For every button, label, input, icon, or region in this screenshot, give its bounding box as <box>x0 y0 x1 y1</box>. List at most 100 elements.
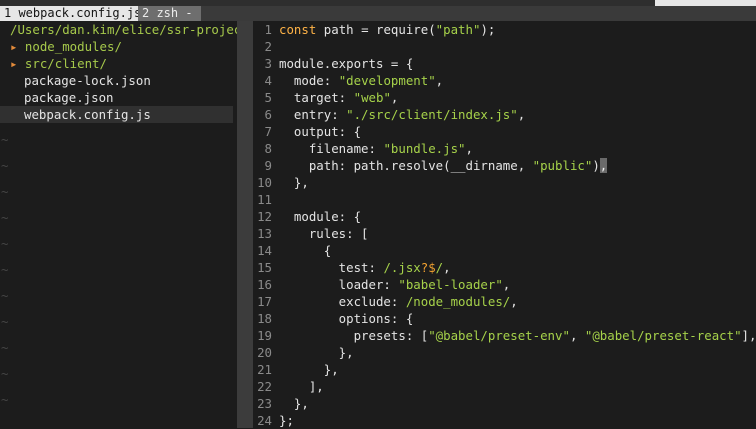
line-number: 13 <box>257 226 272 241</box>
code-token: const <box>279 22 317 37</box>
window-split-bar[interactable] <box>237 21 253 428</box>
code-line: 12 module: { <box>253 208 361 225</box>
code-line: 3 module.exports = { <box>253 55 414 72</box>
tree-item-package-lock[interactable]: package-lock.json <box>24 72 151 89</box>
code-token: ], <box>741 328 756 343</box>
code-token: , <box>465 141 473 156</box>
code-token: path = require( <box>316 22 436 37</box>
code-token: ], <box>279 379 324 394</box>
line-number: 10 <box>257 175 272 190</box>
empty-line-tilde: ~ <box>1 262 9 277</box>
code-token: loader: <box>279 277 399 292</box>
code-line: 22 ], <box>253 378 324 395</box>
line-number: 8 <box>264 141 272 156</box>
code-token: "./src/client/index.js" <box>346 107 518 122</box>
code-line: 21 }, <box>253 361 339 378</box>
code-token: module: { <box>279 209 362 224</box>
tab-zsh[interactable]: 2 zsh - <box>138 6 201 21</box>
code-token: entry: <box>279 107 347 122</box>
empty-line-tilde: ~ <box>1 314 9 329</box>
line-number: 17 <box>257 294 272 309</box>
code-line: 13 rules: [ <box>253 225 369 242</box>
code-token: , <box>517 107 526 122</box>
empty-line-tilde: ~ <box>1 158 9 173</box>
tree-item-webpack-config[interactable]: webpack.config.js <box>0 106 233 123</box>
code-token: "development" <box>338 73 436 88</box>
code-editor[interactable]: 1 const path = require("path"); 2 3 module… <box>253 21 756 428</box>
file-tree-panel: /Users/dan.kim/elice/ssr-project/ ▸ node… <box>0 21 256 428</box>
line-number: 1 <box>264 22 272 37</box>
line-number: 9 <box>264 158 272 173</box>
code-token: test: <box>279 260 384 275</box>
empty-line-tilde: ~ <box>1 132 9 147</box>
line-number: 7 <box>264 124 272 139</box>
code-token: rules: [ <box>279 226 369 241</box>
code-line: 9 path: path.resolve(__dirname, "public"… <box>253 157 608 174</box>
tree-item-label: src/client/ <box>24 56 107 71</box>
tree-item-node-modules[interactable]: ▸ node_modules/ <box>10 38 122 55</box>
line-number: 6 <box>264 107 272 122</box>
code-token: exclude: <box>279 294 406 309</box>
code-token: "public" <box>532 158 593 173</box>
code-token: }, <box>279 175 309 190</box>
code-token: , <box>510 294 518 309</box>
empty-line-tilde: ~ <box>1 210 9 225</box>
code-line: 23 }, <box>253 395 309 412</box>
code-token: mode: <box>279 73 339 88</box>
code-line: 15 test: /.jsx?$/, <box>253 259 451 276</box>
code-token: , <box>502 277 511 292</box>
empty-line-tilde: ~ <box>1 392 9 407</box>
code-token: , <box>443 260 451 275</box>
tree-item-src-client[interactable]: ▸ src/client/ <box>10 55 107 72</box>
line-number: 3 <box>264 56 272 71</box>
code-line: 4 mode: "development", <box>253 72 444 89</box>
line-number: 4 <box>264 73 272 88</box>
tab-bar: 1 webpack.config.js 2 zsh - <box>0 6 756 21</box>
line-number: 21 <box>257 362 272 377</box>
code-line: 19 presets: ["@babel/preset-env", "@babe… <box>253 327 756 344</box>
line-number: 14 <box>257 243 272 258</box>
code-token: "@babel/preset-env" <box>428 328 570 343</box>
line-number: 22 <box>257 379 272 394</box>
empty-line-tilde: ~ <box>1 366 9 381</box>
code-line: 7 output: { <box>253 123 362 140</box>
code-token: , <box>569 328 585 343</box>
empty-line-tilde: ~ <box>1 288 9 303</box>
code-line: 10 }, <box>253 174 309 191</box>
text-cursor: , <box>599 158 608 173</box>
code-token: "@babel/preset-react" <box>584 328 742 343</box>
code-line: 1 const path = require("path"); <box>253 21 496 38</box>
code-token: "bundle.js" <box>383 141 466 156</box>
code-token: }, <box>279 345 354 360</box>
code-line: 18 options: { <box>253 310 413 327</box>
code-token: filename: <box>279 141 384 156</box>
folder-collapsed-arrow-icon: ▸ <box>10 56 25 71</box>
tree-root-path[interactable]: /Users/dan.kim/elice/ssr-project/ <box>10 21 256 38</box>
code-token: , <box>435 73 444 88</box>
code-token: { <box>279 243 332 258</box>
code-token: ) <box>592 158 600 173</box>
code-line: 8 filename: "bundle.js", <box>253 140 473 157</box>
line-number: 5 <box>264 90 272 105</box>
code-token: options: { <box>279 311 414 326</box>
folder-collapsed-arrow-icon: ▸ <box>10 39 25 54</box>
code-line: 17 exclude: /node_modules/, <box>253 293 518 310</box>
code-line: 16 loader: "babel-loader", <box>253 276 510 293</box>
code-line: 20 }, <box>253 344 354 361</box>
line-number: 23 <box>257 396 272 411</box>
line-number: 2 <box>264 39 272 54</box>
code-line: 24}; <box>253 412 294 429</box>
tree-item-label: webpack.config.js <box>24 107 151 122</box>
code-line: 5 target: "web", <box>253 89 399 106</box>
line-number: 18 <box>257 311 272 326</box>
line-number: 11 <box>257 192 272 207</box>
code-token: output: { <box>279 124 362 139</box>
line-number: 24 <box>257 413 272 428</box>
line-number: 12 <box>257 209 272 224</box>
tab-webpack-config[interactable]: 1 webpack.config.js <box>0 6 141 21</box>
code-token: /node_modules/ <box>405 294 511 309</box>
tree-item-package-json[interactable]: package.json <box>24 89 114 106</box>
code-line: 11 <box>253 191 279 208</box>
line-number: 20 <box>257 345 272 360</box>
code-token: ?$ <box>420 260 436 275</box>
